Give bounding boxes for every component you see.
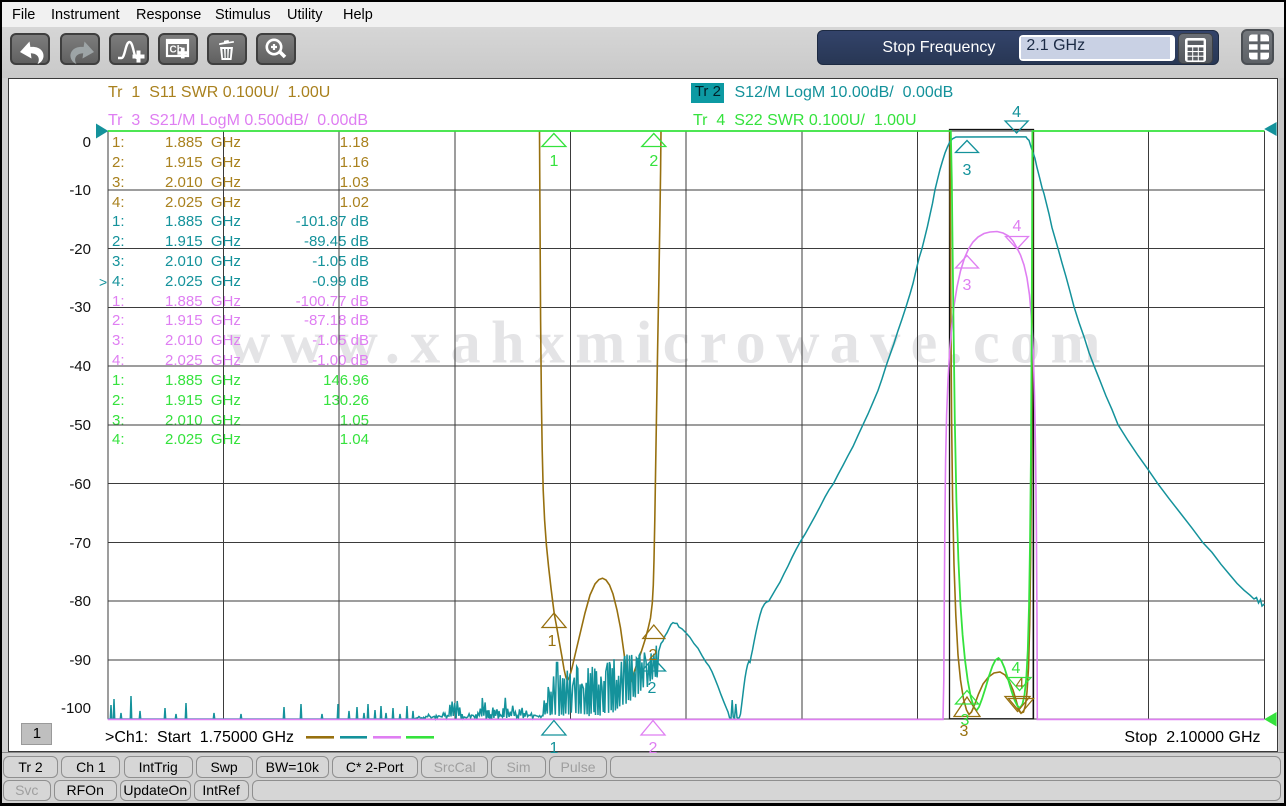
svg-text:4: 4 — [1013, 218, 1022, 235]
svg-text:1: 1 — [549, 740, 558, 757]
svg-text:2: 2 — [649, 153, 658, 170]
svg-text:2: 2 — [649, 740, 658, 757]
svg-text:3: 3 — [961, 712, 970, 729]
svg-text:3: 3 — [963, 277, 972, 294]
svg-text:>: > — [99, 274, 107, 290]
svg-text:2: 2 — [648, 680, 657, 697]
svg-text:1: 1 — [549, 153, 558, 170]
svg-text:4: 4 — [1012, 660, 1021, 677]
svg-text:1: 1 — [548, 633, 557, 650]
svg-text:4: 4 — [1012, 104, 1021, 121]
svg-text:3: 3 — [963, 162, 972, 179]
svg-text:2: 2 — [649, 647, 658, 664]
